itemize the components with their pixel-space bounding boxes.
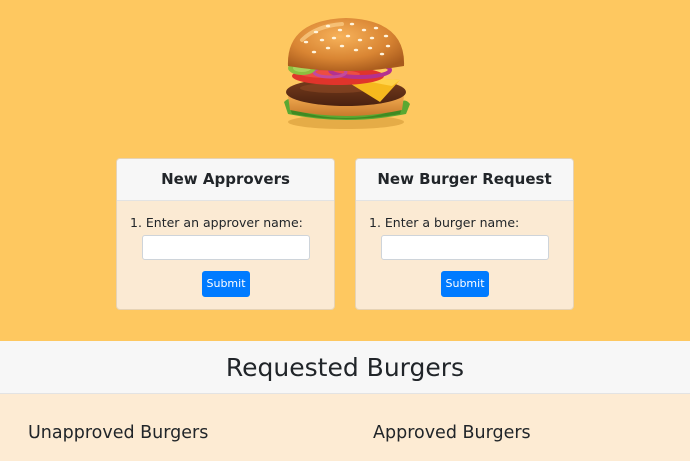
unapproved-burgers-heading: Unapproved Burgers — [28, 423, 209, 443]
requested-burgers-heading: Requested Burgers — [0, 341, 690, 394]
approver-submit-button[interactable]: Submit — [202, 271, 250, 297]
new-approvers-card: New Approvers 1. Enter an approver name:… — [116, 158, 335, 310]
new-approvers-title: New Approvers — [117, 159, 334, 201]
new-burger-request-title: New Burger Request — [356, 159, 573, 201]
hero-section — [0, 0, 690, 341]
burger-name-label: 1. Enter a burger name: — [369, 215, 520, 230]
new-burger-request-card: New Burger Request 1. Enter a burger nam… — [355, 158, 574, 310]
approved-burgers-heading: Approved Burgers — [373, 423, 531, 443]
approver-name-input[interactable] — [142, 235, 310, 260]
page: New Approvers 1. Enter an approver name:… — [0, 0, 690, 461]
burger-icon — [284, 18, 410, 129]
approver-name-label: 1. Enter an approver name: — [130, 215, 303, 230]
burger-submit-button[interactable]: Submit — [441, 271, 489, 297]
burger-name-input[interactable] — [381, 235, 549, 260]
